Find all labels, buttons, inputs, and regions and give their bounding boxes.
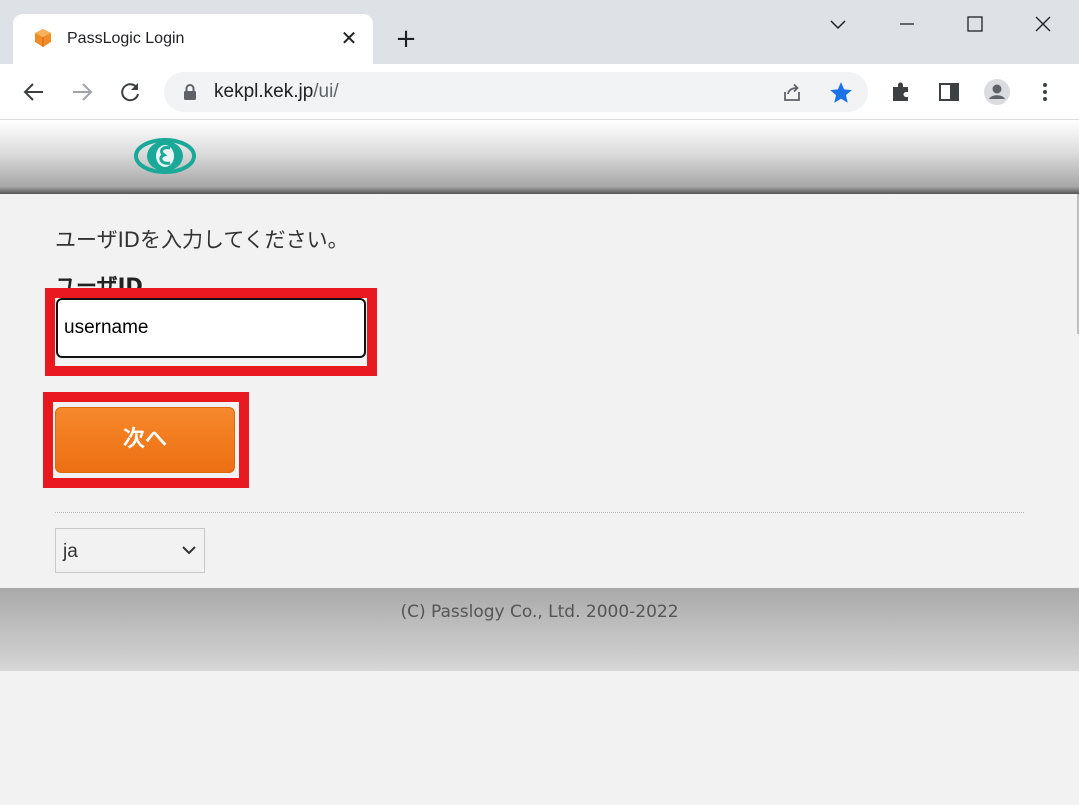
page-blank-area [0, 671, 1079, 805]
browser-titlebar: PassLogic Login ✕ + [0, 0, 1079, 66]
divider [55, 512, 1024, 513]
page-header [0, 120, 1079, 194]
browser-toolbar: kekpl.kek.jp/ui/ [0, 64, 1079, 120]
reload-icon[interactable] [116, 78, 144, 106]
url-text[interactable]: kekpl.kek.jp/ui/ [214, 81, 339, 103]
kebab-menu-icon[interactable] [1031, 78, 1059, 106]
profile-icon[interactable] [983, 78, 1011, 106]
instruction-text: ユーザIDを入力してください。 [55, 228, 349, 252]
login-form-area: ユーザIDを入力してください。 ユーザID 次へ ja [0, 194, 1079, 588]
next-button[interactable]: 次へ [55, 407, 235, 473]
side-panel-icon[interactable] [935, 78, 963, 106]
user-id-input[interactable] [56, 298, 366, 358]
maximize-icon[interactable] [960, 10, 990, 38]
copyright-text: (C) Passlogy Co., Ltd. 2000-2022 [400, 602, 679, 622]
language-value: ja [63, 541, 78, 562]
lock-icon[interactable] [182, 83, 198, 101]
forward-arrow-icon[interactable] [68, 78, 96, 106]
puzzle-icon[interactable] [887, 78, 915, 106]
language-select[interactable]: ja [55, 528, 205, 573]
minimize-icon[interactable] [892, 10, 922, 38]
tab-title: PassLogic Login [67, 30, 185, 47]
url-host: kekpl.kek.jp [214, 81, 314, 102]
window-close-icon[interactable] [1028, 10, 1058, 38]
browser-tab[interactable]: PassLogic Login ✕ [13, 14, 373, 66]
kek-logo-icon [134, 138, 196, 174]
share-icon[interactable] [780, 81, 804, 105]
chevron-down-icon [182, 546, 196, 555]
close-icon[interactable]: ✕ [339, 28, 359, 48]
orange-cube-icon [35, 29, 51, 47]
plus-icon[interactable]: + [392, 26, 420, 54]
page-footer: (C) Passlogy Co., Ltd. 2000-2022 [0, 588, 1079, 671]
address-bar[interactable]: kekpl.kek.jp/ui/ [164, 72, 868, 112]
url-path: /ui/ [313, 81, 339, 102]
back-arrow-icon[interactable] [20, 78, 48, 106]
star-icon[interactable] [828, 80, 854, 106]
chevron-down-icon[interactable] [823, 10, 853, 38]
